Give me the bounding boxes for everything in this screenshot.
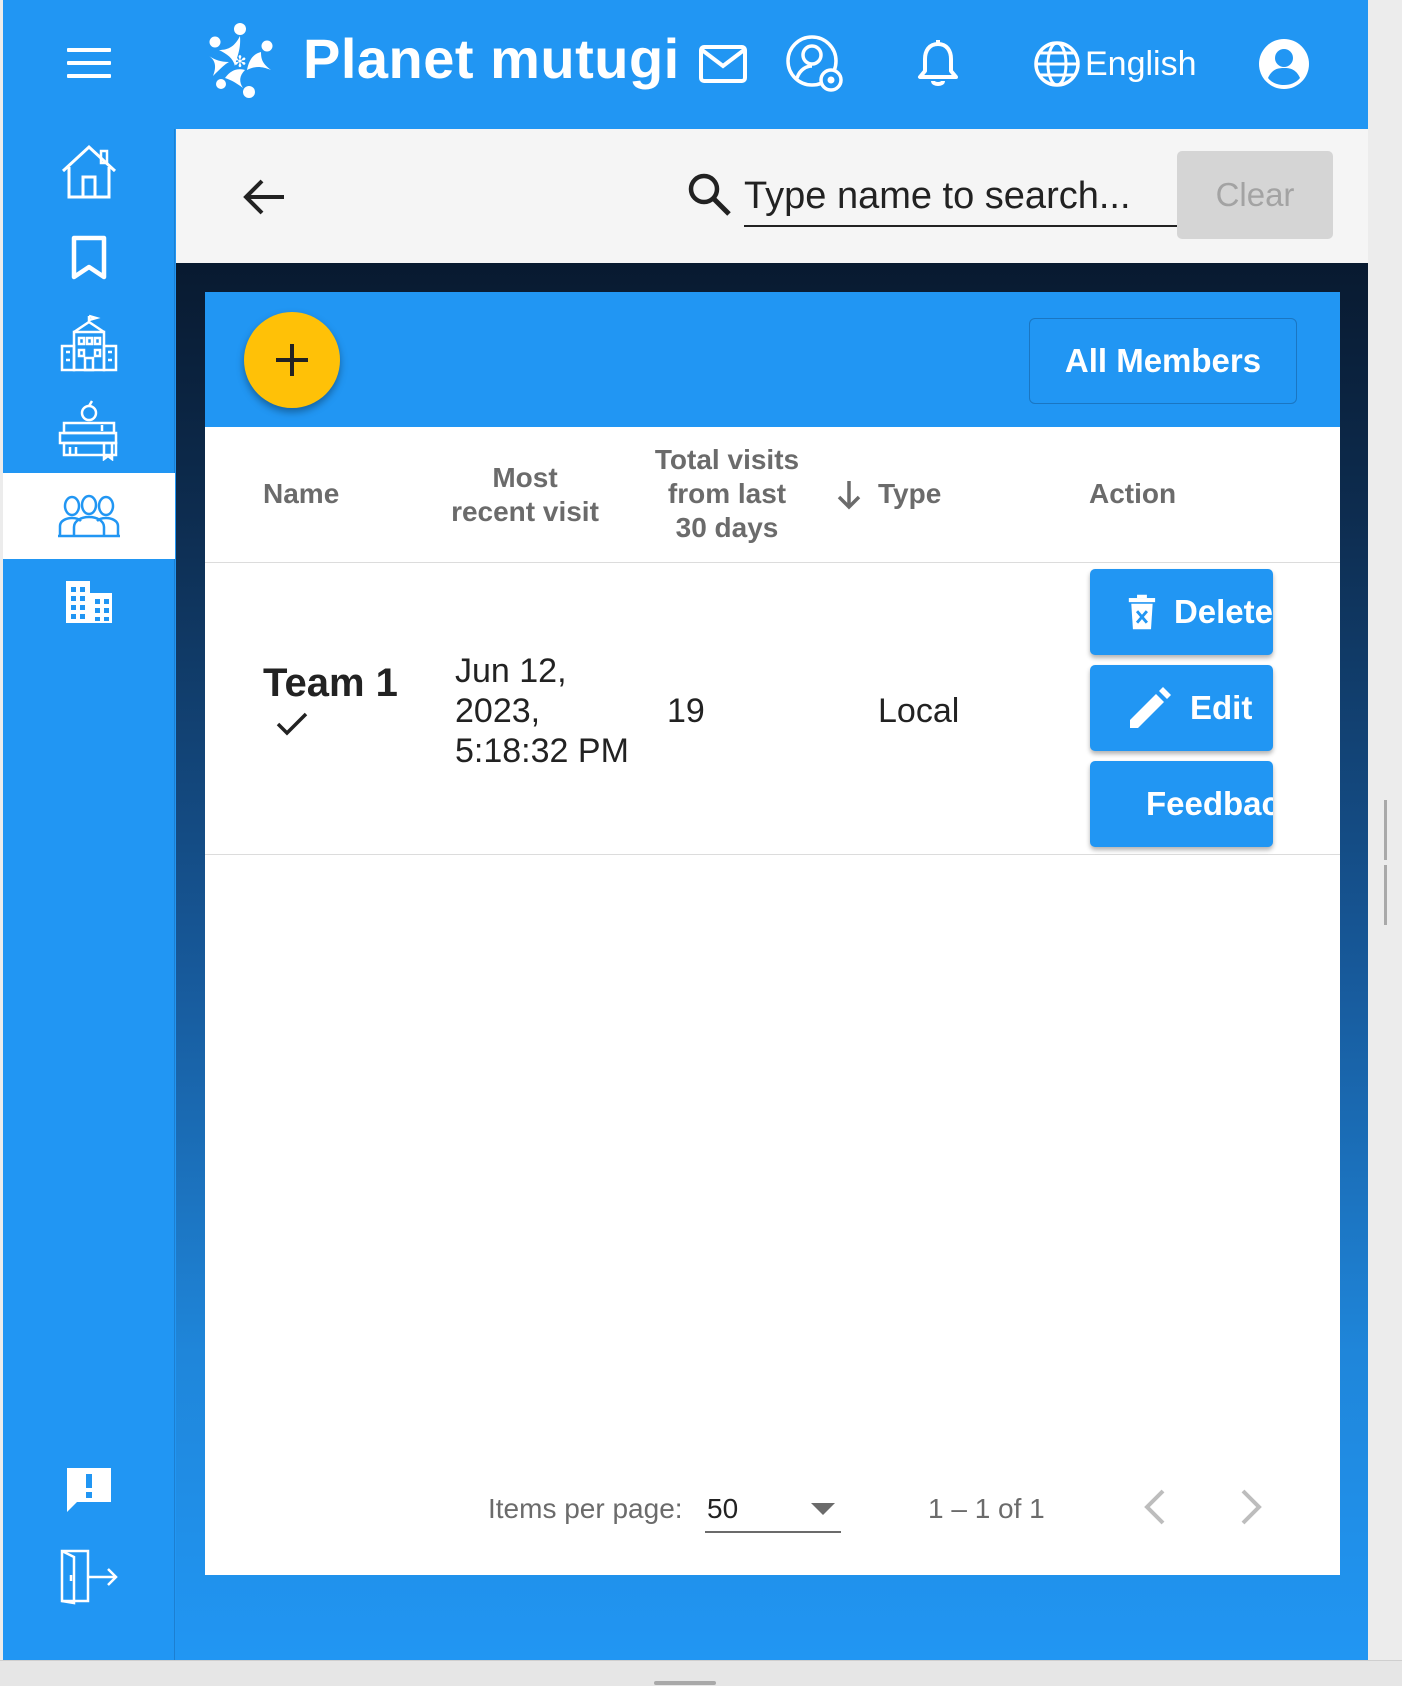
items-per-page-select[interactable]: 50: [705, 1483, 841, 1533]
sidebar-item-community[interactable]: [3, 301, 175, 387]
clear-button[interactable]: Clear: [1177, 151, 1333, 239]
plus-icon: [276, 344, 308, 376]
feedback-button[interactable]: Feedback: [1090, 761, 1273, 847]
pencil-icon: [1130, 687, 1171, 728]
main-content: Clear All Members Name Most recent visit…: [176, 129, 1368, 1660]
column-header-type[interactable]: Type: [878, 477, 941, 511]
menu-icon-bar: [67, 74, 111, 78]
sidebar-item-feedback[interactable]: [3, 1447, 175, 1533]
dropdown-arrow-icon: [811, 1503, 835, 1515]
logout-icon: [60, 1549, 118, 1605]
most-recent-visit-cell: Jun 12, 2023, 5:18:32 PM: [455, 651, 629, 771]
menu-icon-bar: [67, 61, 111, 65]
column-header-action: Action: [1089, 478, 1177, 509]
user-settings-icon: [786, 35, 843, 92]
chevron-left-icon: [1144, 1489, 1165, 1525]
all-members-button[interactable]: All Members: [1029, 318, 1297, 404]
chevron-right-icon: [1241, 1489, 1262, 1525]
items-per-page-value: 50: [707, 1493, 739, 1524]
header-text-line: from last: [667, 478, 787, 509]
globe-icon: [1034, 41, 1080, 87]
office-building-icon: [66, 581, 112, 623]
visit-line: 2023,: [455, 692, 541, 730]
top-toolbar: ✻ Planet mutugi English: [3, 0, 1368, 129]
column-header-total-visits[interactable]: Total visits from last 30 days: [637, 443, 817, 545]
teams-table: Name Most recent visit Total visits from…: [205, 427, 1340, 1575]
previous-page-button[interactable]: [1127, 1479, 1183, 1535]
search-icon: [688, 173, 731, 216]
sidebar-item-enterprises[interactable]: [3, 559, 175, 645]
next-page-button[interactable]: [1223, 1479, 1279, 1535]
account-button[interactable]: [1256, 34, 1312, 94]
feedback-icon: [67, 1468, 111, 1512]
planet-logo-icon: ✻: [209, 23, 273, 98]
total-visits-cell: 19: [667, 692, 705, 730]
header-text-line: 30 days: [675, 512, 779, 543]
account-circle-icon: [1259, 39, 1309, 89]
svg-text:✻: ✻: [233, 52, 246, 71]
sidebar-item-courses[interactable]: [3, 387, 175, 473]
edit-label: Edit: [1190, 689, 1253, 726]
visit-line: 5:18:32 PM: [455, 732, 629, 770]
search-input[interactable]: [744, 167, 1177, 227]
app-window: ✻ Planet mutugi English Type name to sea…: [3, 0, 1368, 1660]
delete-button[interactable]: Delete: [1090, 569, 1273, 655]
bookmark-icon: [71, 235, 107, 280]
language-label: English: [1085, 44, 1197, 83]
table-header: Name Most recent visit Total visits from…: [205, 427, 1340, 563]
arrow-back-icon: [243, 179, 284, 215]
mail-icon: [699, 45, 747, 83]
edit-button[interactable]: Edit: [1090, 665, 1273, 751]
feedback-label: Feedback: [1146, 785, 1273, 822]
mail-button[interactable]: [693, 34, 753, 94]
bell-icon: [918, 40, 958, 86]
team-icon: [58, 494, 120, 538]
back-button[interactable]: [236, 169, 292, 225]
sort-arrow-down-icon: [837, 481, 861, 510]
home-icon: [61, 144, 117, 199]
manager-settings-button[interactable]: [783, 34, 847, 94]
vertical-resize-handle[interactable]: [1384, 800, 1394, 925]
delete-label: Delete: [1173, 593, 1273, 630]
check-icon: [276, 712, 308, 736]
app-title: Planet mutugi: [303, 27, 680, 90]
grip-line: [1384, 800, 1387, 860]
sidebar-item-home[interactable]: [3, 129, 175, 215]
team-name[interactable]: Team 1: [263, 661, 398, 706]
books-apple-icon: [58, 400, 118, 461]
teams-card-header: All Members: [205, 292, 1340, 427]
menu-button[interactable]: [63, 40, 121, 86]
page-range-label: 1 – 1 of 1: [928, 1493, 1045, 1524]
horizontal-resize-handle[interactable]: [654, 1681, 716, 1685]
add-team-button[interactable]: [244, 312, 340, 408]
notifications-button[interactable]: [913, 34, 963, 94]
items-per-page-label: Items per page:: [488, 1493, 683, 1524]
language-selector[interactable]: English: [1033, 34, 1197, 94]
column-header-most-recent-visit[interactable]: Most recent visit: [430, 461, 620, 529]
search-toolbar: Clear: [176, 129, 1368, 263]
sidebar: [3, 129, 175, 1660]
column-header-name[interactable]: Name: [263, 477, 339, 511]
grip-line: [1384, 865, 1387, 925]
sidebar-item-library[interactable]: [3, 215, 175, 301]
paginator: Items per page: 50 1 – 1 of 1: [205, 1467, 1340, 1547]
menu-icon-bar: [67, 48, 111, 52]
school-building-icon: [60, 314, 118, 372]
type-cell: Local: [878, 692, 960, 730]
sidebar-item-logout[interactable]: [3, 1533, 175, 1619]
table-row: Team 1 Jun 12, 2023, 5:18:32 PM 19 Local: [205, 563, 1340, 855]
header-text-line: Most: [492, 462, 558, 493]
header-text-line: Total visits: [654, 444, 800, 475]
sidebar-item-teams[interactable]: [3, 473, 175, 559]
bottom-resize-bar: [0, 1660, 1402, 1686]
visit-line: Jun 12,: [455, 652, 567, 690]
delete-icon: [1128, 594, 1156, 630]
header-text-line: recent visit: [451, 496, 599, 527]
